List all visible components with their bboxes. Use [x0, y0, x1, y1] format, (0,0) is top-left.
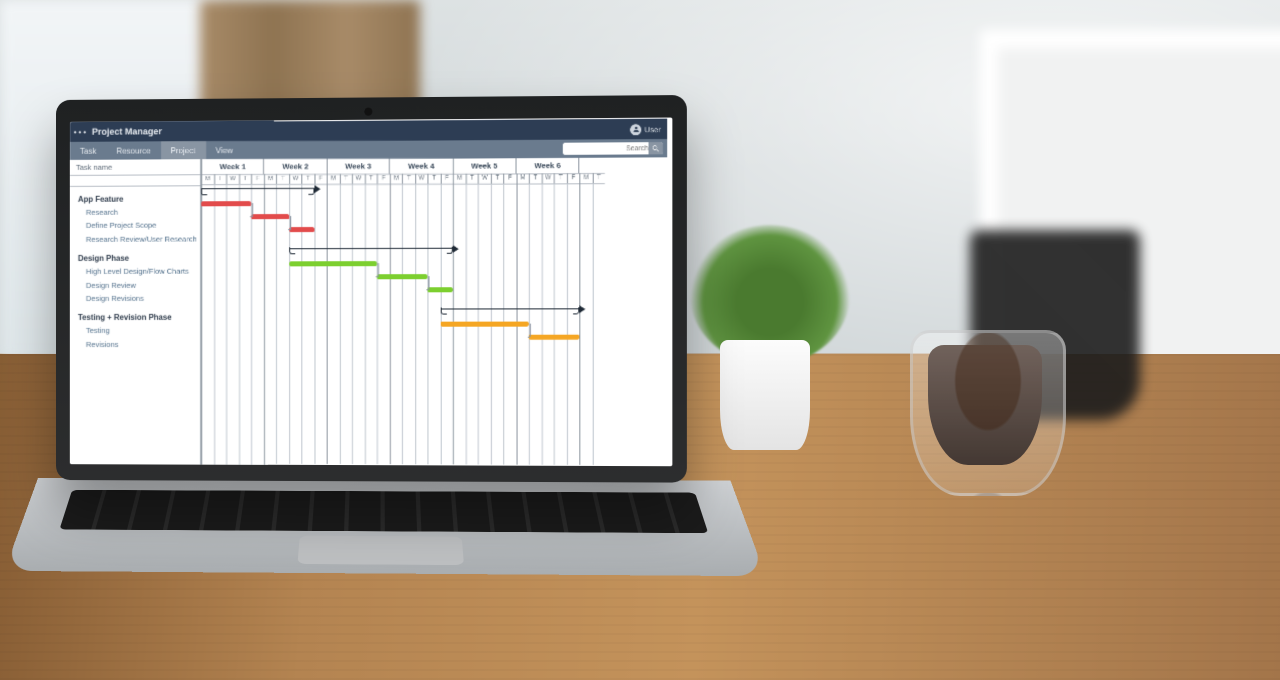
project-manager-app: ••• Project Manager User TaskResourcePro… [70, 119, 667, 465]
laptop-keyboard [4, 478, 765, 576]
gantt-bar[interactable] [289, 227, 314, 232]
day-header: M [453, 173, 466, 183]
day-header: T [364, 174, 377, 184]
day-header: T [529, 173, 542, 183]
search-icon [651, 144, 659, 152]
gantt-bar[interactable] [201, 201, 251, 206]
dependency-link [376, 263, 379, 277]
task-row[interactable]: Research [70, 206, 200, 220]
day-header: M [264, 174, 277, 184]
task-group[interactable]: Testing + Revision Phase [70, 305, 200, 324]
day-header: F [440, 173, 453, 183]
menu-view[interactable]: View [206, 141, 243, 159]
day-header: F [314, 174, 327, 184]
gantt-bar[interactable] [529, 334, 580, 339]
search-field[interactable] [563, 142, 663, 155]
gantt-bar[interactable] [427, 287, 452, 292]
dependency-link [250, 203, 253, 217]
laptop: ••• Project Manager User TaskResourcePro… [56, 94, 749, 605]
task-row[interactable]: Define Project Scope [70, 219, 200, 233]
day-header: M [579, 173, 592, 183]
day-header: W [289, 174, 302, 184]
coffee-cup [910, 330, 1066, 496]
dependency-link [426, 276, 429, 290]
menu-project[interactable]: Project [161, 141, 206, 159]
day-header: T [491, 173, 504, 183]
week-header: Week 2 [264, 159, 327, 174]
task-list-sidebar: Task name App FeatureResearchDefine Proj… [70, 159, 201, 464]
task-row[interactable]: Design Review [70, 278, 200, 292]
dependency-link [288, 216, 291, 230]
day-header: T [465, 173, 478, 183]
workarea: Task name App FeatureResearchDefine Proj… [70, 157, 667, 464]
user-label: User [645, 125, 661, 134]
day-header: M [390, 174, 403, 184]
task-name-header: Task name [70, 159, 200, 176]
day-header: F [567, 173, 580, 183]
day-header: W [226, 174, 239, 184]
day-header: T [239, 174, 252, 184]
day-header: F [251, 174, 264, 184]
window-controls-icon[interactable]: ••• [70, 127, 92, 136]
task-row[interactable]: Revisions [70, 337, 200, 351]
day-header: T [554, 173, 567, 183]
gantt-chart[interactable]: Week 1Week 2Week 3Week 4Week 5Week 6 MTW… [201, 157, 667, 464]
task-row[interactable]: Testing [70, 324, 200, 338]
menu-resource[interactable]: Resource [106, 142, 160, 160]
laptop-screen: ••• Project Manager User TaskResourcePro… [70, 118, 672, 467]
user-icon [630, 124, 641, 135]
phase-bracket [440, 308, 579, 315]
titlebar[interactable]: ••• Project Manager User [70, 119, 667, 142]
day-header: W [415, 174, 428, 184]
day-header: T [339, 174, 352, 184]
gantt-bar[interactable] [289, 261, 377, 266]
menu-task[interactable]: Task [70, 142, 106, 160]
search-input[interactable] [563, 145, 648, 152]
task-group[interactable]: Design Phase [70, 246, 200, 265]
gantt-bar[interactable] [377, 274, 427, 279]
week-header: Week 3 [326, 159, 389, 174]
day-header: T [402, 174, 415, 184]
week-header: Week 5 [452, 158, 515, 173]
laptop-screen-bezel: ••• Project Manager User TaskResourcePro… [56, 95, 687, 483]
day-header: W [478, 173, 491, 183]
app-title: Project Manager [92, 126, 162, 136]
phase-bracket [201, 188, 314, 195]
day-header: T [214, 174, 227, 184]
menubar: TaskResourceProjectView [70, 139, 667, 160]
dependency-link [528, 323, 531, 337]
search-button[interactable] [648, 142, 662, 154]
user-menu[interactable]: User [630, 124, 666, 135]
phase-bracket [289, 248, 453, 255]
task-row[interactable]: High Level Design/Flow Charts [70, 265, 200, 279]
task-row[interactable]: Research Review/User Research [70, 232, 200, 246]
day-header: T [427, 174, 440, 184]
week-header: Week 6 [515, 158, 578, 173]
day-header: W [352, 174, 365, 184]
week-header: Week 1 [201, 159, 264, 174]
scene: ••• Project Manager User TaskResourcePro… [0, 0, 1280, 680]
day-header: T [301, 174, 314, 184]
gantt-bar[interactable] [440, 321, 529, 326]
day-header: T [592, 173, 605, 183]
task-row[interactable]: Design Revisions [70, 292, 200, 306]
day-header: M [516, 173, 529, 183]
day-header: F [377, 174, 390, 184]
day-header: M [201, 174, 214, 184]
day-header: M [327, 174, 340, 184]
week-header: Week 4 [389, 158, 452, 173]
webcam [364, 108, 372, 116]
task-group[interactable]: App Feature [70, 186, 200, 205]
gantt-bar[interactable] [251, 214, 289, 219]
day-header: W [541, 173, 554, 183]
day-header: T [276, 174, 289, 184]
day-header: F [503, 173, 516, 183]
